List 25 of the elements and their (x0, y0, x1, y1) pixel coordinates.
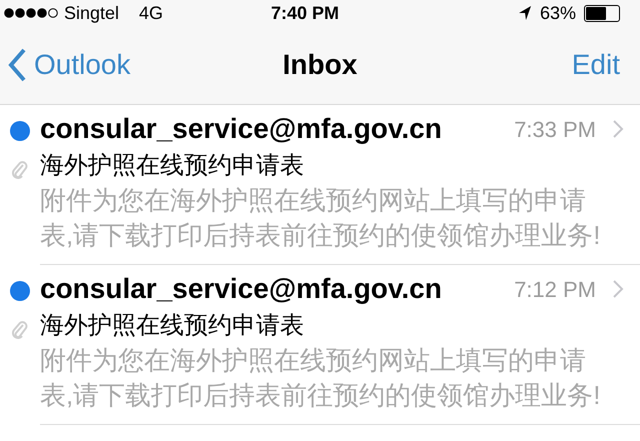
clock: 7:40 PM (270, 2, 340, 24)
network-type: 4G (139, 2, 164, 24)
preview-line: 表,请下载打印后持表前往预约的使领馆办理业务! (40, 379, 600, 412)
nav-title: Inbox (282, 48, 358, 82)
battery-icon (584, 4, 620, 22)
sender: consular_service@mfa.gov.cn (40, 113, 442, 144)
back-button[interactable]: Outlook (8, 44, 208, 86)
subject: 海外护照在线预约申请表 (40, 151, 305, 181)
subject: 海外护照在线预约申请表 (40, 311, 305, 341)
chevron-right-icon (612, 279, 624, 299)
message-time: 7:33 PM (514, 116, 596, 144)
message-row[interactable]: consular_service@mfa.gov.cn 7:33 PM 海外护照在线预约申请表 附件为您在海外护照在线预约网站上填写的申请 表,请下载打印后持表前往预约的使领馆办理业务! (0, 105, 640, 265)
carrier: Singtel (64, 2, 120, 25)
signal-icon (4, 8, 60, 18)
location-arrow-icon (518, 5, 532, 21)
preview-line: 附件为您在海外护照在线预约网站上填写的申请 (40, 344, 586, 377)
preview-line: 表,请下载打印后持表前往预约的使领馆办理业务! (40, 219, 600, 252)
preview-line: 附件为您在海外护照在线预约网站上填写的申请 (40, 184, 586, 217)
chevron-right-icon (612, 119, 624, 139)
battery-percentage: 63% (540, 2, 576, 24)
sender: consular_service@mfa.gov.cn (40, 273, 442, 304)
back-chevron-icon (8, 48, 26, 82)
message-row[interactable]: consular_service@mfa.gov.cn 7:12 PM 海外护照在线预约申请表 附件为您在海外护照在线预约网站上填写的申请 表,请下载打印后持表前往预约的使领馆办理业务! (0, 265, 640, 425)
message-time: 7:12 PM (514, 276, 596, 304)
edit-button[interactable]: Edit (432, 44, 632, 86)
